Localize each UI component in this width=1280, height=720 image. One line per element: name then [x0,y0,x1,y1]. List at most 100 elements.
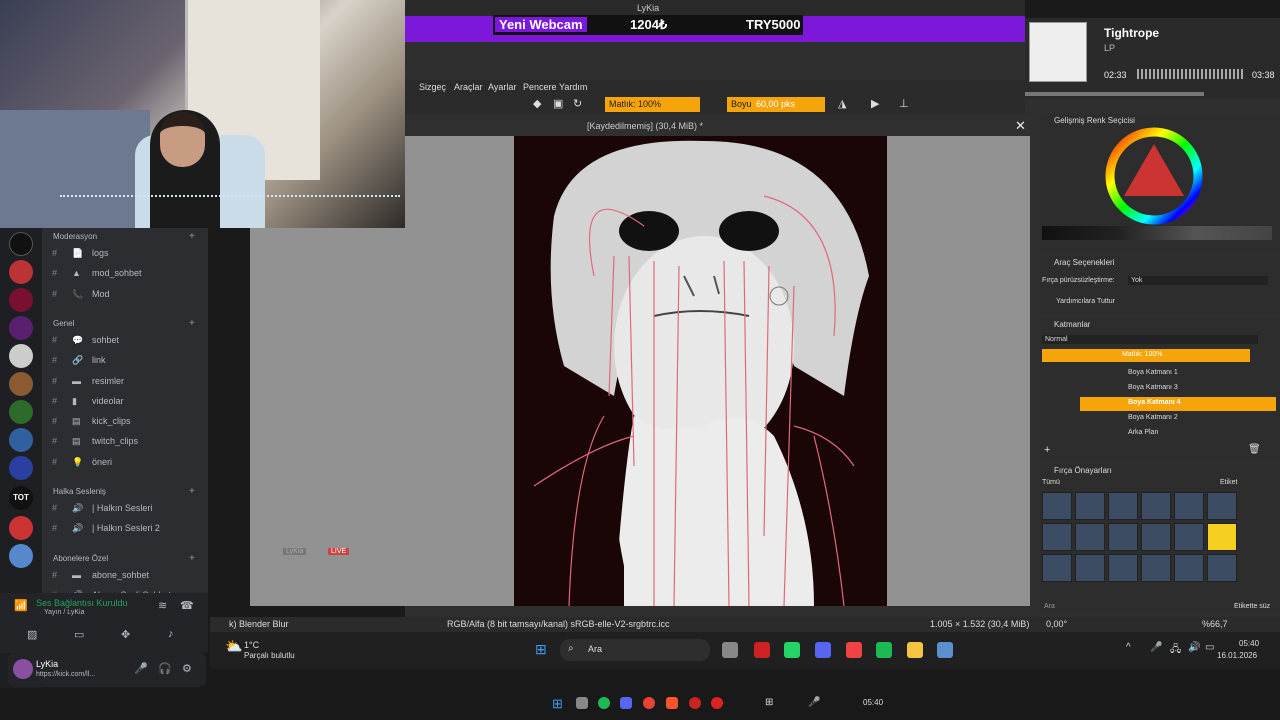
menu-window[interactable]: Pencere [523,82,557,92]
snap-assistants[interactable]: Yardımcılara Tuttur [1056,298,1115,305]
channel-category[interactable]: Moderasyon + [53,231,195,242]
canvas-margin-left[interactable] [405,136,515,606]
brush-preset[interactable] [1141,492,1171,520]
layer-row[interactable]: Boya Katmanı 2 [1080,412,1276,426]
server-icon[interactable] [9,344,33,368]
brush-preset[interactable] [1108,492,1138,520]
add-channel-icon[interactable]: + [189,318,195,329]
layer-row[interactable]: Arka Plan [1080,427,1276,441]
presets-tag[interactable]: Etiket [1220,479,1238,486]
microphone-icon[interactable]: 🎤 [134,662,148,675]
clock-date[interactable]: 16.01.2026 [1217,651,1257,660]
volume-icon[interactable]: 🔊 [1188,642,1200,653]
server-icon[interactable] [9,316,33,340]
layer-opacity-slider[interactable]: Matlık: 100% [1042,349,1250,362]
menu-settings[interactable]: Ayarlar [488,82,516,92]
server-icon[interactable] [9,516,33,540]
brush-preset[interactable] [1042,492,1072,520]
headphones-icon[interactable]: 🎧 [158,662,172,675]
brush-preset[interactable] [1141,523,1171,551]
layer-row[interactable]: Boya Katmanı 4 [1080,397,1276,411]
brush-preset[interactable] [1108,523,1138,551]
alpha-lock-icon[interactable]: ▣ [553,97,563,110]
obs-icon[interactable] [711,697,723,709]
status-zoom[interactable]: %66,7 [1202,619,1228,629]
gear-icon[interactable]: ⚙ [182,662,192,675]
voice-channel[interactable]: Yayın / LyKia [44,609,84,616]
server-icon[interactable] [9,260,33,284]
server-icon[interactable] [9,372,33,396]
brush-preset[interactable] [1042,554,1072,582]
channel-item[interactable]: # 💬 sohbet [52,335,202,349]
server-icon[interactable]: TOT [9,486,33,510]
add-channel-icon[interactable]: + [189,486,195,497]
disconnect-icon[interactable]: ☎ [180,599,194,612]
brush-preset[interactable] [1108,554,1138,582]
server-icon[interactable] [9,428,33,452]
channel-item[interactable]: # 🔊 | Halkın Sesleri 2 [52,523,202,537]
close-icon[interactable]: ✕ [1015,118,1026,134]
tray-mic-icon[interactable]: 🎤 [1150,642,1162,653]
tray-chevron-icon[interactable]: ^ [1126,642,1131,653]
brush-preset[interactable] [1174,492,1204,520]
channel-item[interactable]: # 🔊 | Halkın Sesleri [52,503,202,517]
server-icon[interactable] [9,400,33,424]
brush-preset[interactable] [1207,554,1237,582]
wrap-icon[interactable]: ⊥ [899,97,909,110]
spotify-icon[interactable] [598,697,610,709]
flip-icon[interactable]: ▶ [871,97,879,110]
camera-off-icon[interactable]: ▨ [27,628,37,641]
blend-mode-select[interactable]: Normal [1042,335,1258,344]
clock-time-secondary[interactable]: 05:40 [863,698,883,707]
add-channel-icon[interactable]: + [189,553,195,564]
document-tab[interactable]: [Kaydedilmemiş] (30,4 MiB) * ✕ [405,118,1030,136]
color-history[interactable] [1042,226,1272,240]
discord-icon[interactable] [815,642,831,658]
brush-preset[interactable] [1075,492,1105,520]
channel-item[interactable]: # ▤ twitch_clips [52,436,202,450]
artwork-canvas[interactable] [514,136,887,606]
channel-item[interactable]: # ▲ mod_sohbet [52,268,202,282]
color-wheel[interactable] [1104,126,1204,226]
add-channel-icon[interactable]: + [189,231,195,242]
folder-icon[interactable] [907,642,923,658]
server-icon[interactable] [9,288,33,312]
layer-row[interactable]: Boya Katmanı 1 [1080,367,1276,381]
brush-preset[interactable] [1075,554,1105,582]
channel-item[interactable]: # ▮ videolar [52,396,202,410]
brush-preset[interactable] [1075,523,1105,551]
krita-icon[interactable] [937,642,953,658]
menu-filter[interactable]: Sizgeç [419,82,446,92]
channel-item[interactable]: # 📞 Mod [52,289,202,303]
preset-search[interactable]: Ara [1044,603,1055,610]
size-slider[interactable]: Boyu 60,00 pks [727,97,825,112]
channel-category[interactable]: Abonelere Özel + [53,553,195,564]
channel-item[interactable]: # ▤ kick_clips [52,416,202,430]
channel-category[interactable]: Genel + [53,318,195,329]
smoothing-select[interactable]: Yok [1128,276,1268,285]
screen-share-icon[interactable]: ▭ [74,628,84,641]
opacity-slider[interactable]: Matlık: 100% [605,97,700,112]
server-icon[interactable] [9,232,33,256]
signal-icon[interactable]: 📶 [14,599,28,612]
battery-icon[interactable]: ▭ [1205,642,1214,653]
brush-preset[interactable] [1207,492,1237,520]
brave-icon[interactable] [666,697,678,709]
presets-filter[interactable]: Tümü [1042,479,1060,486]
clock-time[interactable]: 05:40 [1239,639,1259,648]
search-box[interactable]: ⌕ Ara [560,639,710,661]
trash-icon[interactable]: 🗑 [1248,444,1261,455]
noise-icon[interactable]: ≋ [158,599,167,612]
task-view-icon[interactable] [722,642,738,658]
brush-preset[interactable] [1141,554,1171,582]
opera-icon[interactable] [754,642,770,658]
network-icon[interactable]: 🖧 [1170,642,1181,659]
add-layer-icon[interactable]: + [1044,444,1050,456]
brush-preset[interactable] [1174,523,1204,551]
chrome-icon[interactable] [643,697,655,709]
brush-preset[interactable] [1174,554,1204,582]
brush-preset[interactable] [1207,523,1237,551]
channel-item[interactable]: # 📄 logs [52,248,202,262]
channel-item[interactable]: # ▬ abone_sohbet [52,570,202,584]
start-icon[interactable]: ⊞ [535,641,547,658]
